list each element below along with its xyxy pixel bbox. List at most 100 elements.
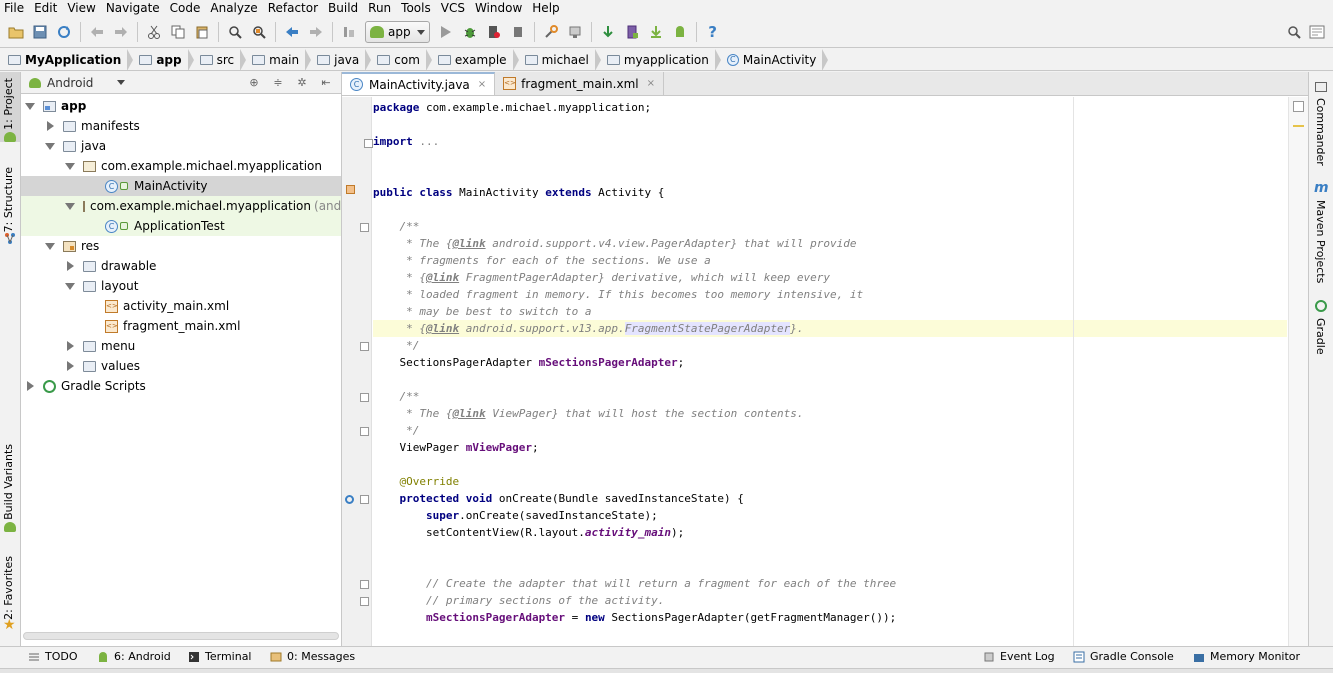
breadcrumb-item-example[interactable]: example (437, 48, 525, 71)
tree-item-layout[interactable]: layout (21, 276, 341, 296)
menu-build[interactable]: Build (328, 1, 358, 15)
override-method-icon[interactable] (345, 495, 354, 504)
menu-run[interactable]: Run (368, 1, 391, 15)
tree-item-fragment-main-xml[interactable]: <> fragment_main.xml (21, 316, 341, 336)
tree-item-gradle-scripts[interactable]: Gradle Scripts (21, 376, 341, 396)
breadcrumb-item-michael[interactable]: michael (524, 48, 607, 71)
fold-end-icon[interactable] (360, 427, 369, 436)
tool-tab-commander[interactable]: Commander (1314, 98, 1327, 166)
replace-icon[interactable] (249, 22, 269, 42)
debug-icon[interactable] (460, 22, 480, 42)
menu-code[interactable]: Code (170, 1, 201, 15)
android-device-monitor-icon[interactable] (670, 22, 690, 42)
tool-tab-build-variants[interactable]: Build Variants (2, 444, 15, 520)
tree-item-applicationtest[interactable]: C ApplicationTest (21, 216, 341, 236)
tool-tab-todo[interactable]: TODO (28, 650, 78, 663)
save-all-icon[interactable] (30, 22, 50, 42)
fold-end-icon[interactable] (360, 597, 369, 606)
sync-icon[interactable] (54, 22, 74, 42)
paste-icon[interactable] (192, 22, 212, 42)
breadcrumb-item-src[interactable]: src (199, 48, 253, 71)
redo-icon[interactable] (111, 22, 131, 42)
tree-item-java[interactable]: java (21, 136, 341, 156)
tree-item-manifests[interactable]: manifests (21, 116, 341, 136)
sdk-download-icon[interactable] (646, 22, 666, 42)
breadcrumb-item-myapplication-pkg[interactable]: myapplication (606, 48, 727, 71)
fold-collapse-icon[interactable] (360, 223, 369, 232)
breadcrumb-item-app[interactable]: app (139, 48, 199, 71)
editor-tab-mainactivity[interactable]: C MainActivity.java × (342, 72, 496, 95)
gear-icon[interactable]: ✲ (295, 76, 309, 90)
cut-icon[interactable] (144, 22, 164, 42)
breadcrumb-item-mainactivity[interactable]: C MainActivity (726, 48, 835, 71)
editor-tab-fragment-main[interactable]: <> fragment_main.xml × (495, 72, 664, 95)
error-stripe[interactable] (1288, 97, 1308, 646)
inspection-status-icon[interactable] (1293, 101, 1304, 112)
gradle-sync-icon[interactable] (598, 22, 618, 42)
settings-icon[interactable] (1307, 22, 1327, 42)
menu-analyze[interactable]: Analyze (210, 1, 257, 15)
fold-collapse-icon[interactable] (360, 495, 369, 504)
tool-tab-gradle-console[interactable]: Gradle Console (1073, 650, 1174, 663)
tree-item-drawable[interactable]: drawable (21, 256, 341, 276)
make-project-icon[interactable] (339, 22, 359, 42)
tool-tab-memory-monitor[interactable]: Memory Monitor (1193, 650, 1300, 663)
breadcrumb-item-main[interactable]: main (252, 48, 317, 71)
menu-navigate[interactable]: Navigate (106, 1, 160, 15)
breadcrumb-item-com[interactable]: com (377, 48, 438, 71)
menu-view[interactable]: View (67, 1, 95, 15)
collapse-all-icon[interactable]: ≑ (271, 76, 285, 90)
code-text-area[interactable]: package com.example.michael.myapplicatio… (373, 97, 1287, 646)
tree-item-menu[interactable]: menu (21, 336, 341, 356)
close-icon[interactable]: × (478, 79, 486, 90)
tree-item-res[interactable]: res (21, 236, 341, 256)
warning-marker[interactable] (1293, 125, 1304, 127)
tool-tab-android[interactable]: 6: Android (97, 650, 171, 663)
tree-item-values[interactable]: values (21, 356, 341, 376)
tree-item-mainactivity[interactable]: C MainActivity (21, 176, 341, 196)
undo-icon[interactable] (87, 22, 107, 42)
horizontal-scrollbar[interactable] (23, 632, 339, 640)
avd-manager-icon[interactable] (622, 22, 642, 42)
run-icon[interactable] (436, 22, 456, 42)
forward-icon[interactable] (306, 22, 326, 42)
menu-tools[interactable]: Tools (401, 1, 431, 15)
help-icon[interactable]: ? (703, 22, 723, 42)
fold-collapse-icon[interactable] (360, 393, 369, 402)
tool-tab-project[interactable]: 1: Project (2, 78, 15, 130)
fold-expand-icon[interactable] (364, 139, 373, 148)
fold-collapse-icon[interactable] (360, 580, 369, 589)
open-folder-icon[interactable] (6, 22, 26, 42)
run-configuration-select[interactable]: app (365, 21, 430, 43)
tool-tab-messages[interactable]: 0: Messages (270, 650, 355, 663)
menu-help[interactable]: Help (532, 1, 559, 15)
menu-file[interactable]: File (4, 1, 24, 15)
menu-window[interactable]: Window (475, 1, 522, 15)
menu-refactor[interactable]: Refactor (268, 1, 318, 15)
tree-item-package-main[interactable]: com.example.michael.myapplication (21, 156, 341, 176)
tool-tab-structure[interactable]: 7: Structure (2, 167, 15, 232)
scroll-from-source-icon[interactable]: ⊕ (247, 76, 261, 90)
tree-item-app[interactable]: app (21, 96, 341, 116)
project-structure-icon[interactable] (541, 22, 561, 42)
tool-tab-terminal[interactable]: Terminal (188, 650, 252, 663)
sdk-manager-icon[interactable] (565, 22, 585, 42)
search-everywhere-icon[interactable] (1284, 22, 1304, 42)
tree-item-activity-main-xml[interactable]: <> activity_main.xml (21, 296, 341, 316)
tool-tab-maven-projects[interactable]: Maven Projects (1314, 200, 1327, 283)
menu-vcs[interactable]: VCS (441, 1, 465, 15)
code-folded-region[interactable]: ... (419, 135, 439, 148)
project-view-select[interactable]: Android (29, 76, 125, 90)
back-icon[interactable] (282, 22, 302, 42)
menu-edit[interactable]: Edit (34, 1, 57, 15)
tree-item-package-androidtest[interactable]: com.example.michael.myapplication (andro… (21, 196, 341, 216)
tool-tab-gradle[interactable]: Gradle (1314, 318, 1327, 355)
hide-panel-icon[interactable]: ⇤ (319, 76, 333, 90)
breadcrumb-item-java[interactable]: java (317, 48, 377, 71)
find-icon[interactable] (225, 22, 245, 42)
close-icon[interactable]: × (647, 78, 655, 89)
stop-icon[interactable] (508, 22, 528, 42)
fold-end-icon[interactable] (360, 342, 369, 351)
attach-debugger-icon[interactable] (484, 22, 504, 42)
copy-icon[interactable] (168, 22, 188, 42)
